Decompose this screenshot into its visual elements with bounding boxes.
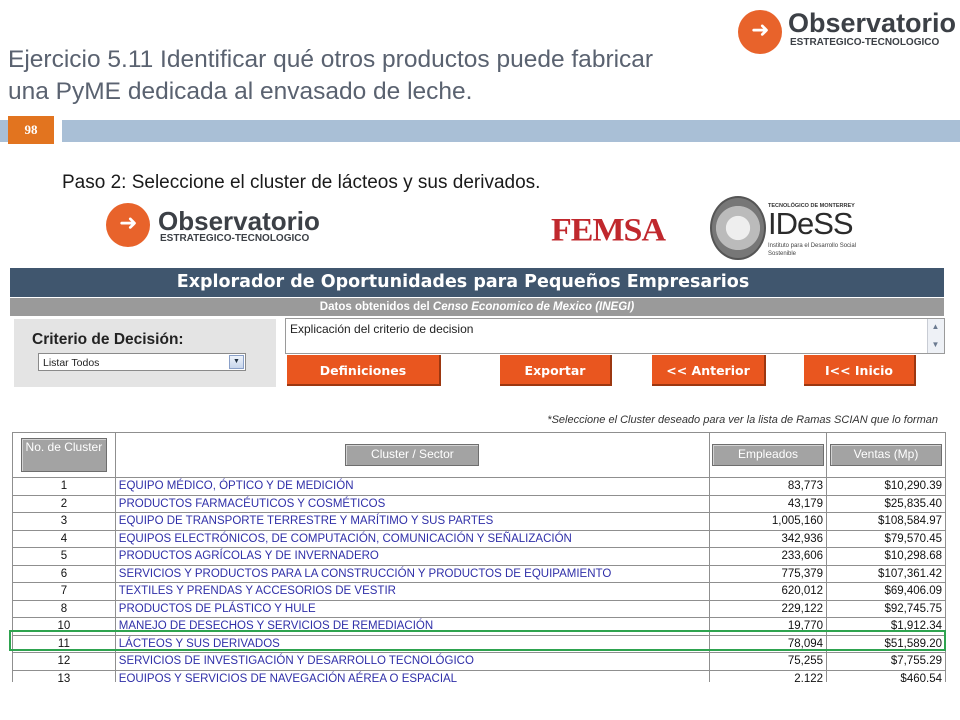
employees-value: 342,936 [709, 529, 828, 548]
table-row[interactable]: 6 SERVICIOS Y PRODUCTOS PARA LA CONSTRUCC… [12, 564, 946, 583]
data-source: Censo Economico de Mexico (INEGI) [432, 301, 635, 313]
cluster-number: 4 [12, 529, 116, 548]
sort-sector-button[interactable]: Cluster / Sector [345, 444, 480, 466]
table-row[interactable]: 12 SERVICIOS DE INVESTIGACIÓN Y DESARROLL… [12, 652, 946, 671]
employees-value: 233,606 [709, 547, 828, 566]
cluster-link[interactable]: SERVICIOS DE INVESTIGACIÓN Y DESARROLLO … [114, 652, 711, 671]
explanation-scrollbar[interactable]: ▲ ▼ [927, 319, 944, 353]
sales-value: $69,406.09 [826, 582, 946, 601]
employees-value: 2,122 [709, 669, 828, 682]
cluster-number: 2 [12, 494, 116, 513]
sales-value: $108,584.97 [826, 512, 946, 531]
cluster-number: 12 [12, 652, 116, 671]
slide-title: Ejercicio 5.11 Identificar qué otros pro… [8, 44, 728, 108]
sort-sales-button[interactable]: Ventas (Mp) [830, 444, 943, 466]
previous-button[interactable]: << Anterior [652, 355, 766, 386]
table-row[interactable]: 4 EQUIPOS ELECTRÓNICOS, DE COMPUTACIÓN, C… [12, 529, 946, 548]
slide-title-line-2: una PyME dedicada al envasado de leche. [8, 78, 473, 105]
cluster-link[interactable]: PRODUCTOS DE PLÁSTICO Y HULE [114, 599, 711, 618]
cluster-number: 3 [12, 512, 116, 531]
app-header: Explorador de Oportunidades para Pequeño… [10, 268, 944, 297]
cluster-number: 6 [12, 564, 116, 583]
explanation-textarea[interactable]: Explicación del criterio de decision ▲ ▼ [285, 318, 945, 354]
criteria-label: Criterio de Decisión: [32, 331, 184, 348]
sort-cluster-number-button[interactable]: No. de Cluster [20, 438, 107, 472]
table-row[interactable]: 5 PRODUCTOS AGRÍCOLAS Y DE INVERNADERO 233… [12, 547, 946, 566]
header-cell-sector: Cluster / Sector [114, 432, 711, 478]
cluster-link[interactable]: EQUIPOS Y SERVICIOS DE NAVEGACIÓN AÉREA … [114, 669, 711, 682]
sales-value: $10,290.39 [826, 477, 946, 496]
slide-bar [62, 120, 960, 142]
brand-subtitle: ESTRATEGICO-TECNOLOGICO [160, 233, 310, 244]
cluster-link[interactable]: EQUIPO MÉDICO, ÓPTICO Y DE MEDICIÓN [114, 477, 711, 496]
header-cell-number: No. de Cluster [12, 432, 116, 478]
cluster-link[interactable]: PRODUCTOS AGRÍCOLAS Y DE INVERNADERO [114, 547, 711, 566]
brand-name: Observatorio [788, 8, 957, 38]
brand-subtitle: ESTRATEGICO-TECNOLOGICO [790, 37, 940, 48]
cluster-instruction: *Seleccione el Cluster deseado para ver … [547, 414, 938, 426]
idess-logo: IDeSS [768, 206, 854, 241]
employees-value: 43,179 [709, 494, 828, 513]
step-text: Paso 2: Seleccione el cluster de lácteos… [62, 172, 541, 193]
table-row[interactable]: 1 EQUIPO MÉDICO, ÓPTICO Y DE MEDICIÓN 83,7… [12, 477, 946, 496]
sales-value: $7,755.29 [826, 652, 946, 671]
employees-value: 229,122 [709, 599, 828, 618]
scroll-down-icon[interactable]: ▼ [928, 337, 943, 353]
employees-value: 83,773 [709, 477, 828, 496]
criteria-select[interactable]: Listar Todos ▼ [38, 353, 246, 371]
sales-value: $79,570.45 [826, 529, 946, 548]
cluster-number: 1 [12, 477, 116, 496]
observatorio-logo-top: ➜ Observatorio ESTRATEGICO-TECNOLOGICO [738, 8, 957, 58]
cluster-number: 13 [12, 669, 116, 682]
sales-value: $460.54 [826, 669, 946, 682]
table-row[interactable]: 7 TEXTILES Y PRENDAS Y ACCESORIOS DE VEST… [12, 582, 946, 601]
observatorio-mark-icon: ➜ [738, 10, 782, 54]
criteria-panel: Criterio de Decisión: Listar Todos ▼ [14, 319, 276, 387]
definitions-button[interactable]: Definiciones [287, 355, 441, 386]
employees-value: 775,379 [709, 564, 828, 583]
sales-value: $92,745.75 [826, 599, 946, 618]
data-source-prefix: Datos obtenidos del [319, 301, 430, 313]
header-cell-sales: Ventas (Mp) [826, 432, 946, 478]
table-row[interactable]: 3 EQUIPO DE TRANSPORTE TERRESTRE Y MARÍTI… [12, 512, 946, 531]
employees-value: 620,012 [709, 582, 828, 601]
export-button[interactable]: Exportar [500, 355, 612, 386]
selected-row-highlight [9, 630, 946, 651]
header-cell-employees: Empleados [709, 432, 828, 478]
chevron-down-icon[interactable]: ▼ [229, 355, 244, 369]
cluster-number: 7 [12, 582, 116, 601]
cluster-link[interactable]: EQUIPO DE TRANSPORTE TERRESTRE Y MARÍTIM… [114, 512, 711, 531]
cluster-table-body: 1 EQUIPO MÉDICO, ÓPTICO Y DE MEDICIÓN 83,7… [12, 477, 946, 682]
slide-bar-left [0, 120, 8, 142]
sort-employees-button[interactable]: Empleados [712, 444, 825, 466]
cluster-number: 5 [12, 547, 116, 566]
scroll-up-icon[interactable]: ▲ [928, 319, 943, 335]
employees-value: 75,255 [709, 652, 828, 671]
observatorio-mark-icon: ➜ [106, 203, 150, 247]
table-row[interactable]: 2 PRODUCTOS FARMACÉUTICOS Y COSMÉTICOS 43,… [12, 494, 946, 513]
table-row[interactable]: 8 PRODUCTOS DE PLÁSTICO Y HULE 229,122 $92,… [12, 599, 946, 618]
employees-value: 1,005,160 [709, 512, 828, 531]
tec-seal-icon [710, 196, 766, 260]
cluster-link[interactable]: EQUIPOS ELECTRÓNICOS, DE COMPUTACIÓN, CO… [114, 529, 711, 548]
sales-value: $10,298.68 [826, 547, 946, 566]
table-row[interactable]: 13 EQUIPOS Y SERVICIOS DE NAVEGACIÓN AÉRE… [12, 669, 946, 682]
app-title: Explorador de Oportunidades para Pequeño… [176, 272, 750, 292]
femsa-logo: FEMSA [551, 212, 666, 249]
explanation-text: Explicación del criterio de decision [290, 322, 474, 336]
cluster-link[interactable]: TEXTILES Y PRENDAS Y ACCESORIOS DE VESTI… [114, 582, 711, 601]
cluster-link[interactable]: SERVICIOS Y PRODUCTOS PARA LA CONSTRUCCI… [114, 564, 711, 583]
cluster-number: 8 [12, 599, 116, 618]
slide-title-line-1: Ejercicio 5.11 Identificar qué otros pro… [8, 46, 654, 73]
cluster-link[interactable]: PRODUCTOS FARMACÉUTICOS Y COSMÉTICOS [114, 494, 711, 513]
slide-number: 98 [8, 116, 54, 144]
idess-subtitle: Instituto para el Desarrollo Social Sost… [768, 243, 857, 257]
criteria-select-value: Listar Todos [43, 357, 100, 369]
start-button[interactable]: I<< Inicio [804, 355, 916, 386]
app-subheader: Datos obtenidos del Censo Economico de M… [10, 298, 944, 316]
sales-value: $107,361.42 [826, 564, 946, 583]
table-header-row: No. de Cluster Cluster / Sector Empleado… [12, 432, 946, 478]
sales-value: $25,835.40 [826, 494, 946, 513]
observatorio-logo-app: ➜ Observatorio ESTRATEGICO-TECNOLOGICO [106, 203, 336, 255]
